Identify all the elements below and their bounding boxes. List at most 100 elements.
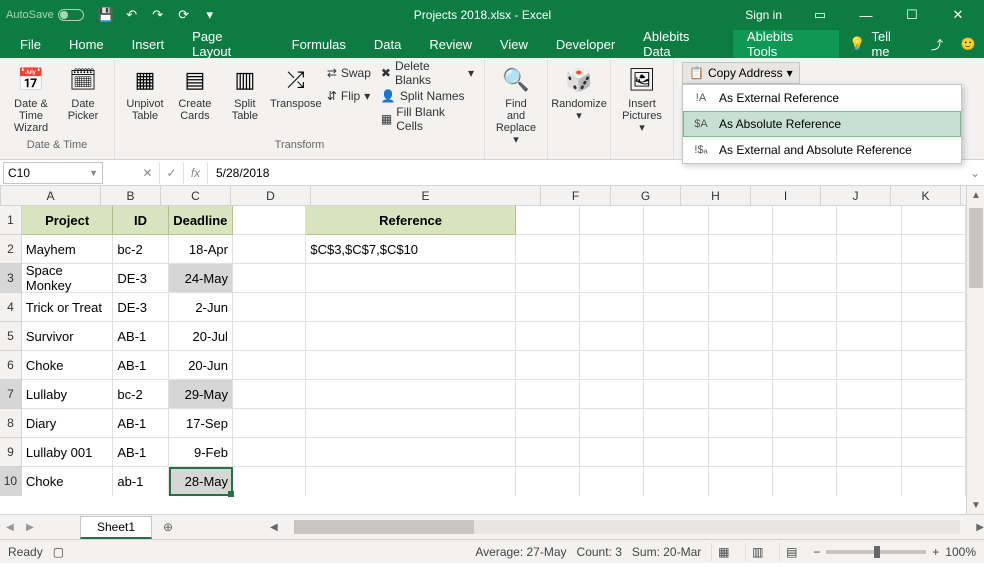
tab-view[interactable]: View (486, 30, 542, 58)
cell[interactable] (709, 467, 773, 496)
cell[interactable]: DE-3 (113, 264, 168, 293)
cell[interactable] (580, 409, 644, 438)
cell[interactable] (902, 351, 966, 380)
cell[interactable] (773, 409, 837, 438)
cell[interactable] (233, 264, 306, 293)
cell[interactable] (580, 351, 644, 380)
cell[interactable] (516, 380, 580, 409)
header-cell[interactable] (516, 206, 580, 235)
cell[interactable]: Diary (22, 409, 114, 438)
cell[interactable] (837, 351, 901, 380)
cell[interactable] (902, 235, 966, 264)
transpose-button[interactable]: ⤮Transpose (273, 62, 319, 112)
randomize-button[interactable]: 🎲Randomize ▾ (556, 62, 602, 124)
qat-dropdown-icon[interactable]: ▾ (200, 5, 220, 25)
cell[interactable] (233, 235, 306, 264)
redo-icon[interactable]: ↷ (148, 5, 168, 25)
cell[interactable] (580, 438, 644, 467)
cell[interactable] (709, 351, 773, 380)
cell[interactable] (233, 409, 306, 438)
row-header[interactable]: 9 (0, 438, 22, 467)
close-icon[interactable]: ✕ (938, 1, 978, 29)
tab-ablebits-data[interactable]: Ablebits Data (629, 30, 733, 58)
prev-sheet-icon[interactable]: ◀ (0, 522, 20, 533)
column-header[interactable]: I (751, 186, 821, 206)
cell[interactable] (306, 380, 515, 409)
cell[interactable]: Lullaby (22, 380, 114, 409)
column-header[interactable]: H (681, 186, 751, 206)
row-header[interactable]: 5 (0, 322, 22, 351)
cell[interactable]: AB-1 (113, 438, 168, 467)
create-cards-button[interactable]: ▤Create Cards (173, 62, 217, 124)
cell[interactable] (644, 235, 708, 264)
cell[interactable] (709, 322, 773, 351)
cell[interactable] (516, 409, 580, 438)
name-box[interactable]: C10▼ (3, 162, 103, 184)
cell[interactable] (837, 438, 901, 467)
enter-formula-icon[interactable]: ✓ (160, 162, 184, 184)
tab-review[interactable]: Review (415, 30, 486, 58)
cell[interactable] (306, 409, 515, 438)
cell[interactable] (644, 322, 708, 351)
cell[interactable] (709, 235, 773, 264)
scroll-left-icon[interactable]: ◀ (270, 522, 278, 533)
tab-home[interactable]: Home (55, 30, 118, 58)
zoom-in-icon[interactable]: + (932, 545, 939, 559)
cell[interactable] (516, 322, 580, 351)
fill-blank-cells-button[interactable]: ▦Fill Blank Cells (379, 108, 476, 130)
undo-icon[interactable]: ↶ (122, 5, 142, 25)
expand-formula-icon[interactable]: ⌄ (966, 166, 984, 180)
row-header[interactable]: 10 (0, 467, 22, 496)
scroll-up-icon[interactable]: ▲ (967, 186, 984, 204)
cell[interactable]: 29-May (169, 380, 233, 409)
cell[interactable]: 2-Jun (169, 293, 233, 322)
cell[interactable] (580, 322, 644, 351)
horizontal-scrollbar[interactable]: ◀ ▶ (270, 520, 984, 534)
cell[interactable]: 24-May (169, 264, 233, 293)
sign-in-link[interactable]: Sign in (745, 8, 782, 22)
header-cell[interactable]: Deadline (169, 206, 233, 235)
cell[interactable] (233, 467, 306, 496)
delete-blanks-button[interactable]: ✖Delete Blanks▾ (379, 62, 476, 84)
zoom-level[interactable]: 100% (945, 545, 976, 559)
row-header[interactable]: 3 (0, 264, 22, 293)
tab-file[interactable]: File (6, 30, 55, 58)
cell[interactable]: AB-1 (113, 409, 168, 438)
date-picker-button[interactable]: 🗓Date Picker (60, 62, 106, 124)
share-icon[interactable]: ⤴ (921, 30, 952, 58)
cell[interactable] (902, 467, 966, 496)
cell[interactable] (233, 380, 306, 409)
cell[interactable] (837, 264, 901, 293)
cell[interactable] (233, 351, 306, 380)
cell[interactable] (773, 322, 837, 351)
cell[interactable]: 17-Sep (169, 409, 233, 438)
cell[interactable]: Lullaby 001 (22, 438, 114, 467)
cell[interactable] (837, 467, 901, 496)
cell[interactable] (644, 467, 708, 496)
cell[interactable] (306, 264, 515, 293)
cell[interactable] (516, 467, 580, 496)
scroll-thumb[interactable] (969, 208, 983, 288)
cell[interactable] (644, 351, 708, 380)
page-break-view-icon[interactable]: ▤ (779, 543, 803, 561)
cell[interactable] (773, 264, 837, 293)
cell[interactable]: Trick or Treat (22, 293, 114, 322)
tab-ablebits-tools[interactable]: Ablebits Tools (733, 30, 839, 58)
column-header[interactable]: D (231, 186, 311, 206)
menu-absolute-reference[interactable]: $AAs Absolute Reference (683, 111, 961, 137)
cell[interactable]: ab-1 (113, 467, 168, 496)
unpivot-table-button[interactable]: ▦Unpivot Table (123, 62, 167, 124)
cell[interactable] (773, 235, 837, 264)
cell[interactable] (709, 264, 773, 293)
cell[interactable] (306, 293, 515, 322)
scroll-right-icon[interactable]: ▶ (976, 522, 984, 533)
cell[interactable] (644, 380, 708, 409)
row-header[interactable]: 2 (0, 235, 22, 264)
cell[interactable] (902, 380, 966, 409)
cell[interactable]: bc-2 (113, 235, 168, 264)
insert-pictures-button[interactable]: 🖼Insert Pictures ▾ (619, 62, 665, 136)
column-header[interactable]: E (311, 186, 541, 206)
cell[interactable] (837, 235, 901, 264)
cell[interactable] (837, 293, 901, 322)
cell[interactable]: Choke (22, 351, 114, 380)
